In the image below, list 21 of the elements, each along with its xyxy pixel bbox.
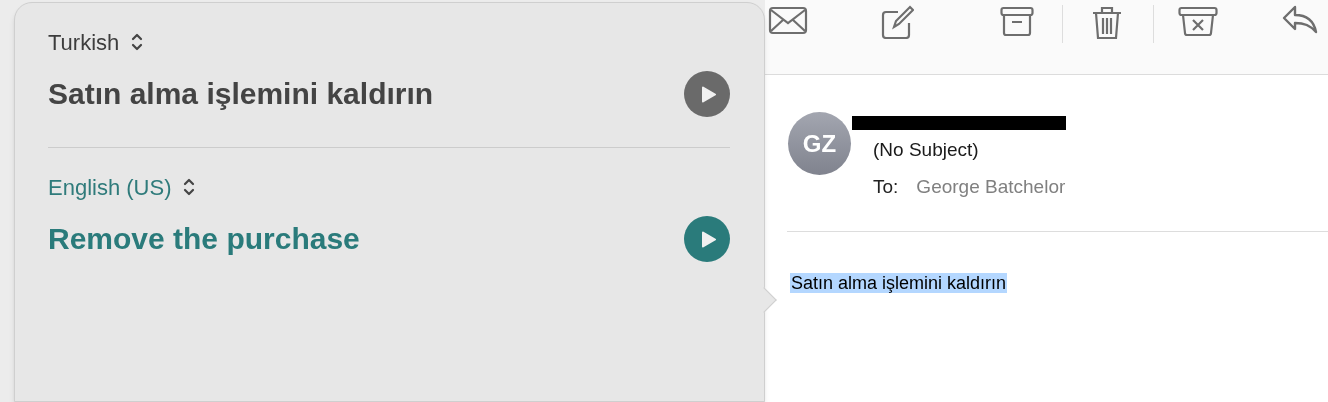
junk-icon[interactable] [1178,5,1218,37]
language-selector[interactable]: Turkish [48,25,144,59]
trash-icon[interactable] [1091,5,1123,41]
to-label: To: [873,176,899,198]
chevron-updown-icon [131,32,144,52]
compose-icon[interactable] [880,5,914,39]
play-button[interactable] [684,71,730,117]
archive-icon[interactable] [1000,5,1034,37]
play-icon [701,85,716,103]
translation-text: Satın alma işlemini kaldırın [48,76,434,112]
message-body: Satın alma işlemini kaldırın [790,273,1008,293]
chevron-updown-icon [183,177,196,197]
mail-icon[interactable] [768,5,808,35]
avatar: GZ [788,112,851,175]
reply-icon[interactable] [1282,5,1318,35]
play-button[interactable] [684,216,730,262]
translation-text: Remove the purchase [48,221,360,257]
language-selector[interactable]: English (US) [48,170,196,204]
play-icon [701,230,716,248]
recipient-name: George Batchelor [916,176,1066,198]
message-subject: (No Subject) [873,139,980,161]
